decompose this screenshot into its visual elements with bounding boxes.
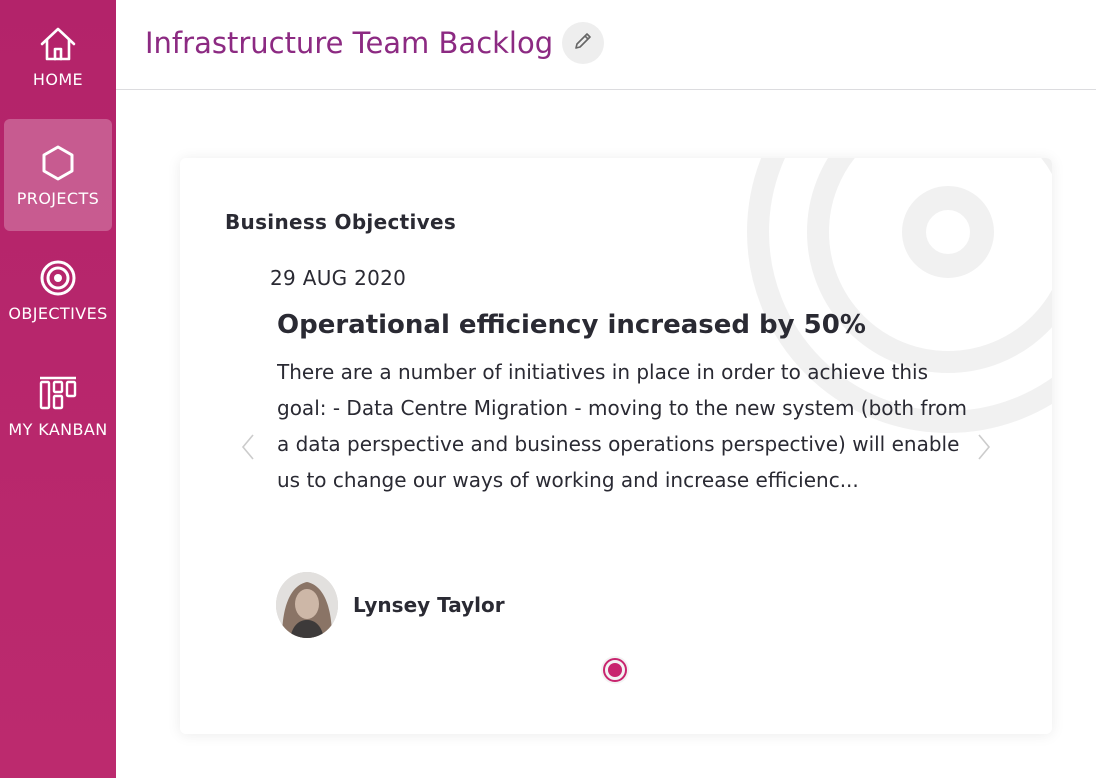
objective-owner: Lynsey Taylor — [276, 572, 505, 638]
sidebar: HOME PROJECTS OBJECTIVES MY KANBAN — [0, 0, 116, 778]
kanban-icon — [38, 374, 78, 414]
home-icon — [38, 24, 78, 64]
edit-title-button[interactable] — [562, 22, 604, 64]
carousel-indicator-dot[interactable] — [601, 656, 629, 684]
avatar — [276, 572, 338, 638]
sidebar-item-my-kanban[interactable]: MY KANBAN — [4, 350, 112, 462]
sidebar-item-home[interactable]: HOME — [4, 0, 112, 112]
objective-date: 29 AUG 2020 — [270, 266, 407, 290]
sidebar-item-projects[interactable]: PROJECTS — [4, 119, 112, 231]
pencil-icon — [572, 30, 594, 56]
sidebar-item-objectives[interactable]: OBJECTIVES — [4, 234, 112, 346]
objective-description: There are a number of initiatives in pla… — [277, 360, 967, 492]
sidebar-item-label: MY KANBAN — [8, 419, 108, 439]
card-title: Business Objectives — [225, 210, 457, 234]
carousel-prev-button[interactable] — [238, 434, 258, 464]
chevron-left-icon — [241, 433, 255, 465]
page-header: Infrastructure Team Backlog — [116, 0, 1096, 90]
objective-title[interactable]: Operational efficiency increased by 50% — [277, 310, 866, 340]
owner-name: Lynsey Taylor — [353, 593, 505, 617]
sidebar-item-label: HOME — [32, 69, 84, 89]
carousel-next-button[interactable] — [974, 434, 994, 464]
target-icon — [38, 258, 78, 298]
sidebar-item-label: PROJECTS — [16, 188, 100, 208]
sidebar-item-label: OBJECTIVES — [8, 303, 108, 323]
business-objectives-card: Business Objectives 29 AUG 2020 Operatio… — [180, 158, 1052, 734]
page-title: Infrastructure Team Backlog — [145, 26, 554, 60]
hexagon-icon — [38, 143, 78, 183]
chevron-right-icon — [977, 433, 991, 465]
